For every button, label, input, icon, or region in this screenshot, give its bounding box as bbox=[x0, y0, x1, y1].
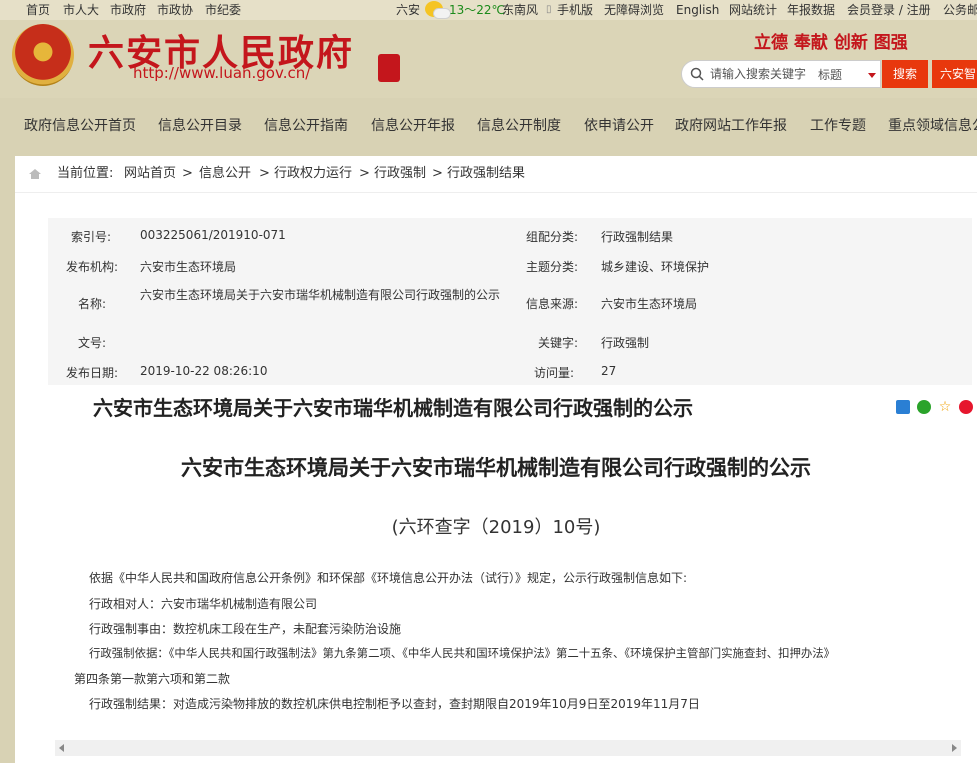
share-plus-icon[interactable] bbox=[896, 400, 910, 414]
nav-item-annual-report[interactable]: 信息公开年报 bbox=[371, 106, 455, 146]
nav-item-key-areas[interactable]: 重点领域信息公 bbox=[888, 106, 977, 146]
meta-topic-label: 主题分类: bbox=[525, 260, 578, 274]
meta-views-label: 访问量: bbox=[533, 366, 574, 380]
meta-views-value: 27 bbox=[601, 364, 617, 378]
breadcrumb: 当前位置: 网站首页 > 信息公开 > 行政权力运行 > 行政强制 > 行政强制… bbox=[15, 156, 977, 193]
nav-item-guide[interactable]: 信息公开指南 bbox=[264, 106, 348, 146]
meta-keyword-label: 关键字: bbox=[537, 336, 578, 350]
meta-name-value: 六安市生态环境局关于六安市瑞华机械制造有限公司行政强制的公示 bbox=[140, 288, 501, 302]
topbar-link-statistics[interactable]: 网站统计 bbox=[729, 0, 777, 20]
top-bar: 首页 市人大 市政府 市政协 市纪委 六安 13～22℃ 东南风 ▯ 手机版 无… bbox=[0, 0, 977, 20]
nav-item-website-report[interactable]: 政府网站工作年报 bbox=[675, 106, 787, 146]
breadcrumb-item-disclosure[interactable]: 信息公开 bbox=[199, 156, 251, 192]
article-title: 六安市生态环境局关于六安市瑞华机械制造有限公司行政强制的公示 bbox=[93, 396, 693, 420]
meta-category-label: 组配分类: bbox=[525, 230, 578, 244]
smart-assistant-button[interactable]: 六安智 bbox=[932, 60, 977, 88]
weather-wind: 东南风 bbox=[502, 3, 539, 17]
red-seal-icon bbox=[378, 54, 400, 82]
meta-index-label: 索引号: bbox=[70, 230, 111, 244]
nav-item-catalog[interactable]: 信息公开目录 bbox=[158, 106, 242, 146]
meta-publisher-value: 六安市生态环境局 bbox=[140, 260, 237, 274]
breadcrumb-separator: > bbox=[359, 166, 370, 181]
meta-name-label: 名称: bbox=[77, 297, 106, 311]
breadcrumb-separator: > bbox=[182, 166, 193, 181]
search-button[interactable]: 搜索 bbox=[882, 60, 928, 88]
qzone-share-icon[interactable]: ☆ bbox=[938, 400, 952, 414]
article-paragraph: 行政强制依据：《中华人民共和国行政强制法》第九条第二项、《中华人民共和国环境保护… bbox=[89, 646, 836, 660]
meta-category-value: 行政强制结果 bbox=[601, 230, 674, 244]
topbar-link-mobile[interactable]: 手机版 bbox=[557, 0, 593, 20]
topbar-link-home[interactable]: 首页 bbox=[26, 0, 50, 20]
topbar-link-accessibility[interactable]: 无障碍浏览 bbox=[604, 0, 664, 20]
site-header: 六安市人民政府 http://www.luan.gov.cn/ 立德 奉献 创新… bbox=[0, 20, 977, 98]
national-emblem-logo[interactable] bbox=[12, 24, 74, 86]
topbar-link-npc[interactable]: 市人大 bbox=[63, 0, 99, 20]
topbar-link-government[interactable]: 市政府 bbox=[110, 0, 146, 20]
meta-docno-label: 文号: bbox=[77, 336, 106, 350]
article-heading: 六安市生态环境局关于六安市瑞华机械制造有限公司行政强制的公示 bbox=[181, 456, 811, 480]
nav-item-topics[interactable]: 工作专题 bbox=[810, 106, 866, 146]
meta-index-value: 003225061/201910-071 bbox=[140, 228, 286, 242]
search-box: 标题 bbox=[681, 60, 881, 88]
site-url: http://www.luan.gov.cn/ bbox=[133, 64, 311, 82]
chevron-down-icon[interactable] bbox=[868, 73, 876, 78]
article-paragraph: 行政相对人：六安市瑞华机械制造有限公司 bbox=[89, 597, 318, 611]
main-nav: 政府信息公开首页 信息公开目录 信息公开指南 信息公开年报 信息公开制度 依申请… bbox=[0, 106, 977, 146]
breadcrumb-separator: > bbox=[259, 166, 270, 181]
article-doc-number: (六环查字（2019）10号) bbox=[391, 517, 601, 538]
breadcrumb-separator: > bbox=[432, 166, 443, 181]
meta-publisher-label: 发布机构: bbox=[65, 260, 118, 274]
mobile-icon: ▯ bbox=[546, 4, 552, 15]
meta-source-value: 六安市生态环境局 bbox=[601, 297, 698, 311]
meta-source-label: 信息来源: bbox=[525, 297, 578, 311]
breadcrumb-item-power[interactable]: 行政权力运行 bbox=[274, 156, 352, 192]
weibo-share-icon[interactable] bbox=[959, 400, 973, 414]
nav-item-apply[interactable]: 依申请公开 bbox=[584, 106, 654, 146]
content-panel: 当前位置: 网站首页 > 信息公开 > 行政权力运行 > 行政强制 > 行政强制… bbox=[15, 156, 977, 763]
scroll-left-icon[interactable] bbox=[59, 744, 64, 752]
nav-item-system[interactable]: 信息公开制度 bbox=[477, 106, 561, 146]
meta-keyword-value: 行政强制 bbox=[601, 336, 650, 350]
home-icon bbox=[29, 169, 41, 179]
weather-city: 六安 bbox=[396, 3, 421, 17]
topbar-link-login-register[interactable]: 会员登录 / 注册 bbox=[847, 0, 931, 20]
horizontal-scrollbar[interactable] bbox=[55, 740, 961, 756]
meta-date-label: 发布日期: bbox=[65, 366, 118, 380]
search-scope-select[interactable]: 标题 bbox=[818, 66, 842, 83]
nav-item-disclosure-home[interactable]: 政府信息公开首页 bbox=[24, 106, 136, 146]
meta-topic-value: 城乡建设、环境保护 bbox=[601, 260, 710, 274]
topbar-link-cppcc[interactable]: 市政协 bbox=[157, 0, 193, 20]
article-paragraph: 行政强制事由：数控机床工段在生产，未配套污染防治设施 bbox=[89, 622, 402, 636]
topbar-link-annual-data[interactable]: 年报数据 bbox=[787, 0, 835, 20]
document-meta-table: 索引号: 003225061/201910-071 组配分类: 行政强制结果 发… bbox=[48, 218, 972, 385]
scroll-right-icon[interactable] bbox=[952, 744, 957, 752]
weather-temperature: 13～22℃ bbox=[449, 3, 506, 17]
slogan: 立德 奉献 创新 图强 bbox=[754, 33, 908, 53]
article-paragraph: 依据《中华人民共和国政府信息公开条例》和环保部《环境信息公开办法（试行）》规定，… bbox=[89, 571, 688, 585]
article-paragraph: 行政强制结果：对造成污染物排放的数控机床供电控制柜予以查封，查封期限自2019年… bbox=[89, 697, 700, 711]
meta-date-value: 2019-10-22 08:26:10 bbox=[140, 364, 268, 378]
breadcrumb-item-enforcement[interactable]: 行政强制 bbox=[374, 156, 426, 192]
search-icon bbox=[690, 67, 704, 81]
topbar-link-mail[interactable]: 公务邮 bbox=[943, 0, 977, 20]
breadcrumb-label: 当前位置: bbox=[57, 166, 114, 181]
breadcrumb-item-home[interactable]: 网站首页 bbox=[124, 156, 176, 192]
breadcrumb-item-result[interactable]: 行政强制结果 bbox=[447, 156, 525, 192]
topbar-link-discipline[interactable]: 市纪委 bbox=[205, 0, 241, 20]
article-paragraph: 第四条第一款第六项和第二款 bbox=[74, 672, 231, 686]
wechat-share-icon[interactable] bbox=[917, 400, 931, 414]
search-input[interactable] bbox=[710, 65, 814, 83]
topbar-link-english[interactable]: English bbox=[676, 0, 719, 20]
